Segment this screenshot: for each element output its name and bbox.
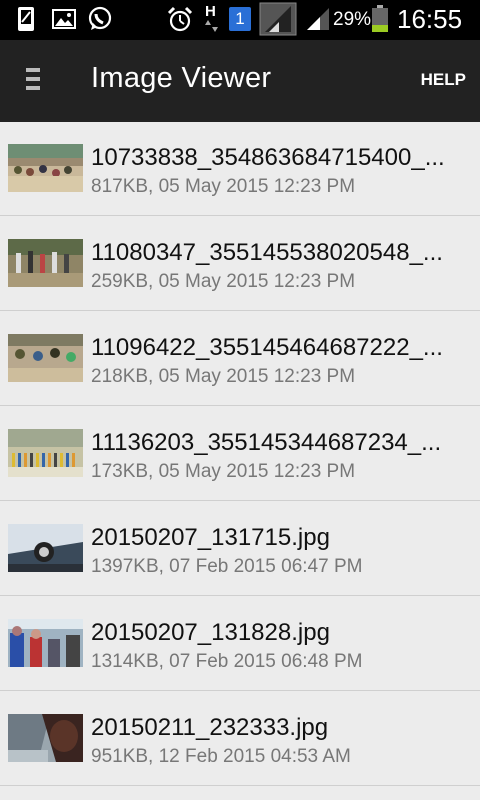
signal-icon [259, 2, 297, 41]
signal-icon [306, 7, 330, 36]
thumbnail-image [8, 524, 83, 572]
list-item[interactable]: 20150207_131828.jpg 1314KB, 07 Feb 2015 … [0, 597, 480, 691]
alarm-icon [167, 6, 193, 39]
file-name: 20150211_232333.jpg [91, 714, 329, 741]
page-title: Image Viewer [91, 62, 272, 94]
sim-slot-icon: 1 [229, 7, 251, 31]
thumbnail-image [8, 334, 83, 382]
file-meta: 817KB, 05 May 2015 12:23 PM [91, 176, 356, 197]
list-item[interactable]: 10733838_354863684715400_... 817KB, 05 M… [0, 122, 480, 216]
menu-icon[interactable] [26, 68, 46, 94]
clock: 16:55 [397, 4, 463, 34]
list-item[interactable]: 11136203_355145344687234_... 173KB, 05 M… [0, 407, 480, 501]
file-name: 11136203_355145344687234_... [91, 429, 442, 456]
thumbnail-image [8, 144, 83, 192]
battery-percent: 29% [333, 9, 372, 30]
file-meta: 1314KB, 07 Feb 2015 06:48 PM [91, 651, 363, 672]
thumbnail-image [8, 714, 83, 762]
network-data-icon: H [205, 4, 219, 38]
list-item[interactable]: 11080347_355145538020548_... 259KB, 05 M… [0, 217, 480, 311]
file-name: 11096422_355145464687222_... [91, 334, 443, 361]
file-name: 11080347_355145538020548_... [91, 239, 443, 266]
app-bar: Image Viewer HELP [0, 40, 480, 122]
status-bar: H 1 29% 16:55 [0, 0, 480, 40]
whatsapp-icon [87, 6, 113, 37]
battery-icon [371, 5, 389, 38]
list-item[interactable]: 11096422_355145464687222_... 218KB, 05 M… [0, 312, 480, 406]
help-button[interactable]: HELP [421, 70, 466, 90]
file-meta: 259KB, 05 May 2015 12:23 PM [91, 271, 356, 292]
file-name: 20150207_131715.jpg [91, 524, 330, 551]
thumbnail-image [8, 429, 83, 477]
gallery-icon [51, 6, 77, 37]
file-name: 10733838_354863684715400_... [91, 144, 445, 171]
file-list[interactable]: 10733838_354863684715400_... 817KB, 05 M… [0, 122, 480, 800]
sim-card-icon [16, 6, 36, 37]
list-item[interactable]: 20150211_232333.jpg 951KB, 12 Feb 2015 0… [0, 692, 480, 786]
thumbnail-image [8, 619, 83, 667]
list-item[interactable]: 20150207_131715.jpg 1397KB, 07 Feb 2015 … [0, 502, 480, 596]
file-meta: 173KB, 05 May 2015 12:23 PM [91, 461, 356, 482]
file-meta: 951KB, 12 Feb 2015 04:53 AM [91, 746, 351, 767]
thumbnail-image [8, 239, 83, 287]
file-meta: 1397KB, 07 Feb 2015 06:47 PM [91, 556, 363, 577]
file-meta: 218KB, 05 May 2015 12:23 PM [91, 366, 356, 387]
file-name: 20150207_131828.jpg [91, 619, 330, 646]
